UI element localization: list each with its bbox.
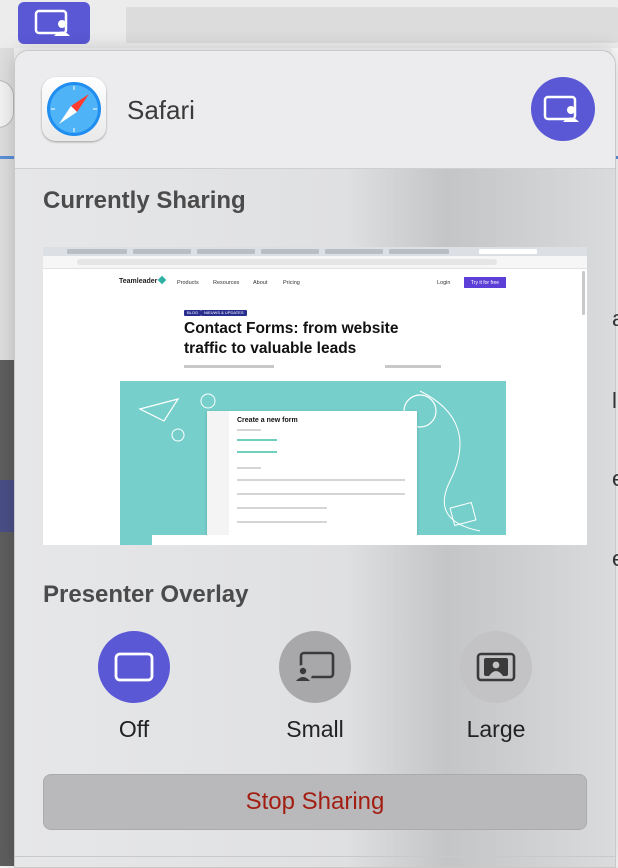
preview-nav-item: Products bbox=[177, 280, 199, 286]
overlay-off-icon bbox=[114, 652, 154, 682]
preview-cta-button: Try it for free bbox=[464, 277, 506, 288]
menu-bar-screen-share-button[interactable] bbox=[18, 2, 90, 44]
overlay-off-label: Off bbox=[118, 716, 150, 742]
overlay-small-label: Small bbox=[286, 716, 344, 742]
app-name: Safari bbox=[127, 95, 195, 125]
preview-nav-item: Resources bbox=[213, 280, 240, 286]
stop-sharing-button[interactable]: Stop Sharing bbox=[43, 774, 587, 830]
preview-meta bbox=[184, 365, 274, 368]
background-text-fragment: e bbox=[612, 546, 618, 572]
overlay-off-button[interactable] bbox=[98, 631, 170, 703]
screen-share-person-icon bbox=[34, 9, 70, 36]
preview-card-title: Create a new form bbox=[237, 417, 298, 424]
currently-sharing-title: Currently Sharing bbox=[43, 187, 246, 214]
preview-nav-item: Pricing bbox=[283, 280, 300, 286]
overlay-large-label: Large bbox=[466, 716, 526, 742]
background-text-fragment: e bbox=[612, 466, 618, 492]
preview-scrollbar bbox=[582, 271, 585, 315]
preview-login: Login bbox=[437, 280, 451, 286]
preview-hero-image: Create a new form bbox=[120, 381, 506, 545]
shared-window-preview[interactable]: Teamleader Products Resources About Pric… bbox=[43, 247, 587, 545]
panel-divider bbox=[15, 856, 615, 857]
background-text-fragment: a bbox=[612, 306, 618, 332]
background-text-fragment: l bbox=[612, 388, 617, 413]
background-window-dark-area bbox=[0, 360, 14, 866]
background-window-blue-area bbox=[0, 480, 14, 532]
preview-tag: NIEUWS & UPDATES bbox=[201, 310, 247, 316]
header-screen-share-button[interactable] bbox=[531, 77, 595, 141]
safari-compass-icon bbox=[42, 77, 106, 141]
preview-tab-bar bbox=[43, 247, 587, 256]
preview-logo: Teamleader bbox=[119, 278, 158, 285]
preview-page-bottom bbox=[152, 535, 506, 545]
preview-author bbox=[385, 365, 441, 368]
screen-share-person-icon bbox=[543, 95, 579, 122]
overlay-small-button[interactable] bbox=[279, 631, 351, 703]
presenter-overlay-title: Presenter Overlay bbox=[43, 581, 249, 608]
panel-header: Safari bbox=[15, 51, 615, 169]
screen-sharing-panel: Safari Currently Sharing Teamleader Prod… bbox=[14, 50, 616, 868]
preview-tag: BLOG bbox=[184, 310, 202, 316]
overlay-large-icon bbox=[476, 652, 516, 682]
preview-article-title: Contact Forms: from website traffic to v… bbox=[184, 320, 399, 357]
preview-nav-item: About bbox=[253, 280, 268, 286]
overlay-large-button[interactable] bbox=[460, 631, 532, 703]
browser-tab-strip bbox=[126, 7, 618, 43]
overlay-small-icon bbox=[294, 651, 335, 683]
preview-form-card: Create a new form bbox=[207, 411, 417, 545]
preview-url-field bbox=[77, 259, 497, 265]
